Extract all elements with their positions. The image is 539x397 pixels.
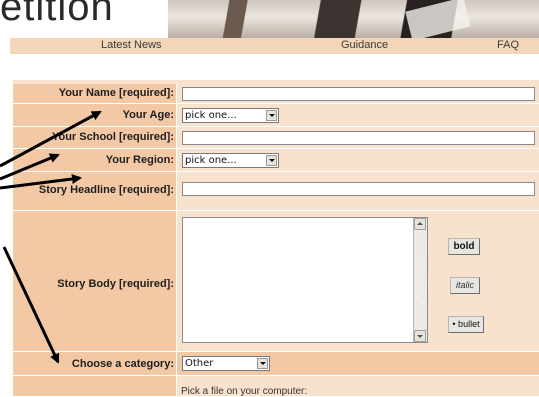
category-select[interactable]: Other — [182, 356, 270, 371]
region-select[interactable]: pick one... — [182, 153, 279, 168]
story-body-textarea[interactable] — [182, 217, 428, 343]
italic-button[interactable]: italic — [450, 277, 480, 294]
row-name: Your Name [required]: — [13, 84, 539, 104]
region-label: Your Region: — [13, 149, 177, 171]
row-region: Your Region: pick one... — [13, 149, 539, 172]
banner-photo — [168, 0, 539, 38]
body-label: Story Body [required]: — [13, 211, 177, 351]
school-field[interactable] — [182, 131, 535, 145]
row-category: Choose a category: Other — [13, 352, 539, 376]
name-label: Your Name [required]: — [13, 84, 177, 103]
scroll-down-icon[interactable] — [414, 330, 426, 342]
category-label: Choose a category: — [13, 352, 177, 375]
school-label: Your School [required]: — [13, 127, 177, 148]
row-age: Your Age: pick one... — [13, 104, 539, 127]
scroll-up-icon[interactable] — [414, 218, 426, 230]
dropdown-arrow-icon[interactable] — [257, 358, 268, 369]
story-form: Your Name [required]: Your Age: pick one… — [13, 80, 539, 396]
age-select[interactable]: pick one... — [182, 108, 279, 123]
headline-label: Story Headline [required]: — [13, 172, 177, 210]
age-label: Your Age: — [13, 104, 177, 126]
nav-link-latest-news[interactable]: Latest News — [101, 39, 162, 51]
bold-button[interactable]: bold — [448, 238, 480, 255]
dropdown-arrow-icon[interactable] — [266, 155, 277, 166]
dropdown-arrow-icon[interactable] — [266, 110, 277, 121]
name-field[interactable] — [182, 87, 535, 101]
bullet-button[interactable]: • bullet — [448, 316, 484, 333]
row-body: Story Body [required]: bold italic • bul… — [13, 211, 539, 352]
row-school: Your School [required]: — [13, 127, 539, 149]
banner-title: etition — [0, 0, 114, 29]
headline-field[interactable] — [182, 182, 535, 196]
row-headline: Story Headline [required]: — [13, 172, 539, 211]
nav-link-guidance[interactable]: Guidance — [341, 39, 388, 51]
file-note: Pick a file on your computer: — [181, 386, 308, 397]
file-row-label-cell — [13, 376, 177, 396]
nav-link-faq[interactable]: FAQ — [497, 39, 519, 51]
nav-bar: Latest News Guidance FAQ — [10, 38, 539, 54]
textarea-scrollbar[interactable] — [413, 218, 427, 342]
header-banner: etition — [0, 0, 539, 38]
